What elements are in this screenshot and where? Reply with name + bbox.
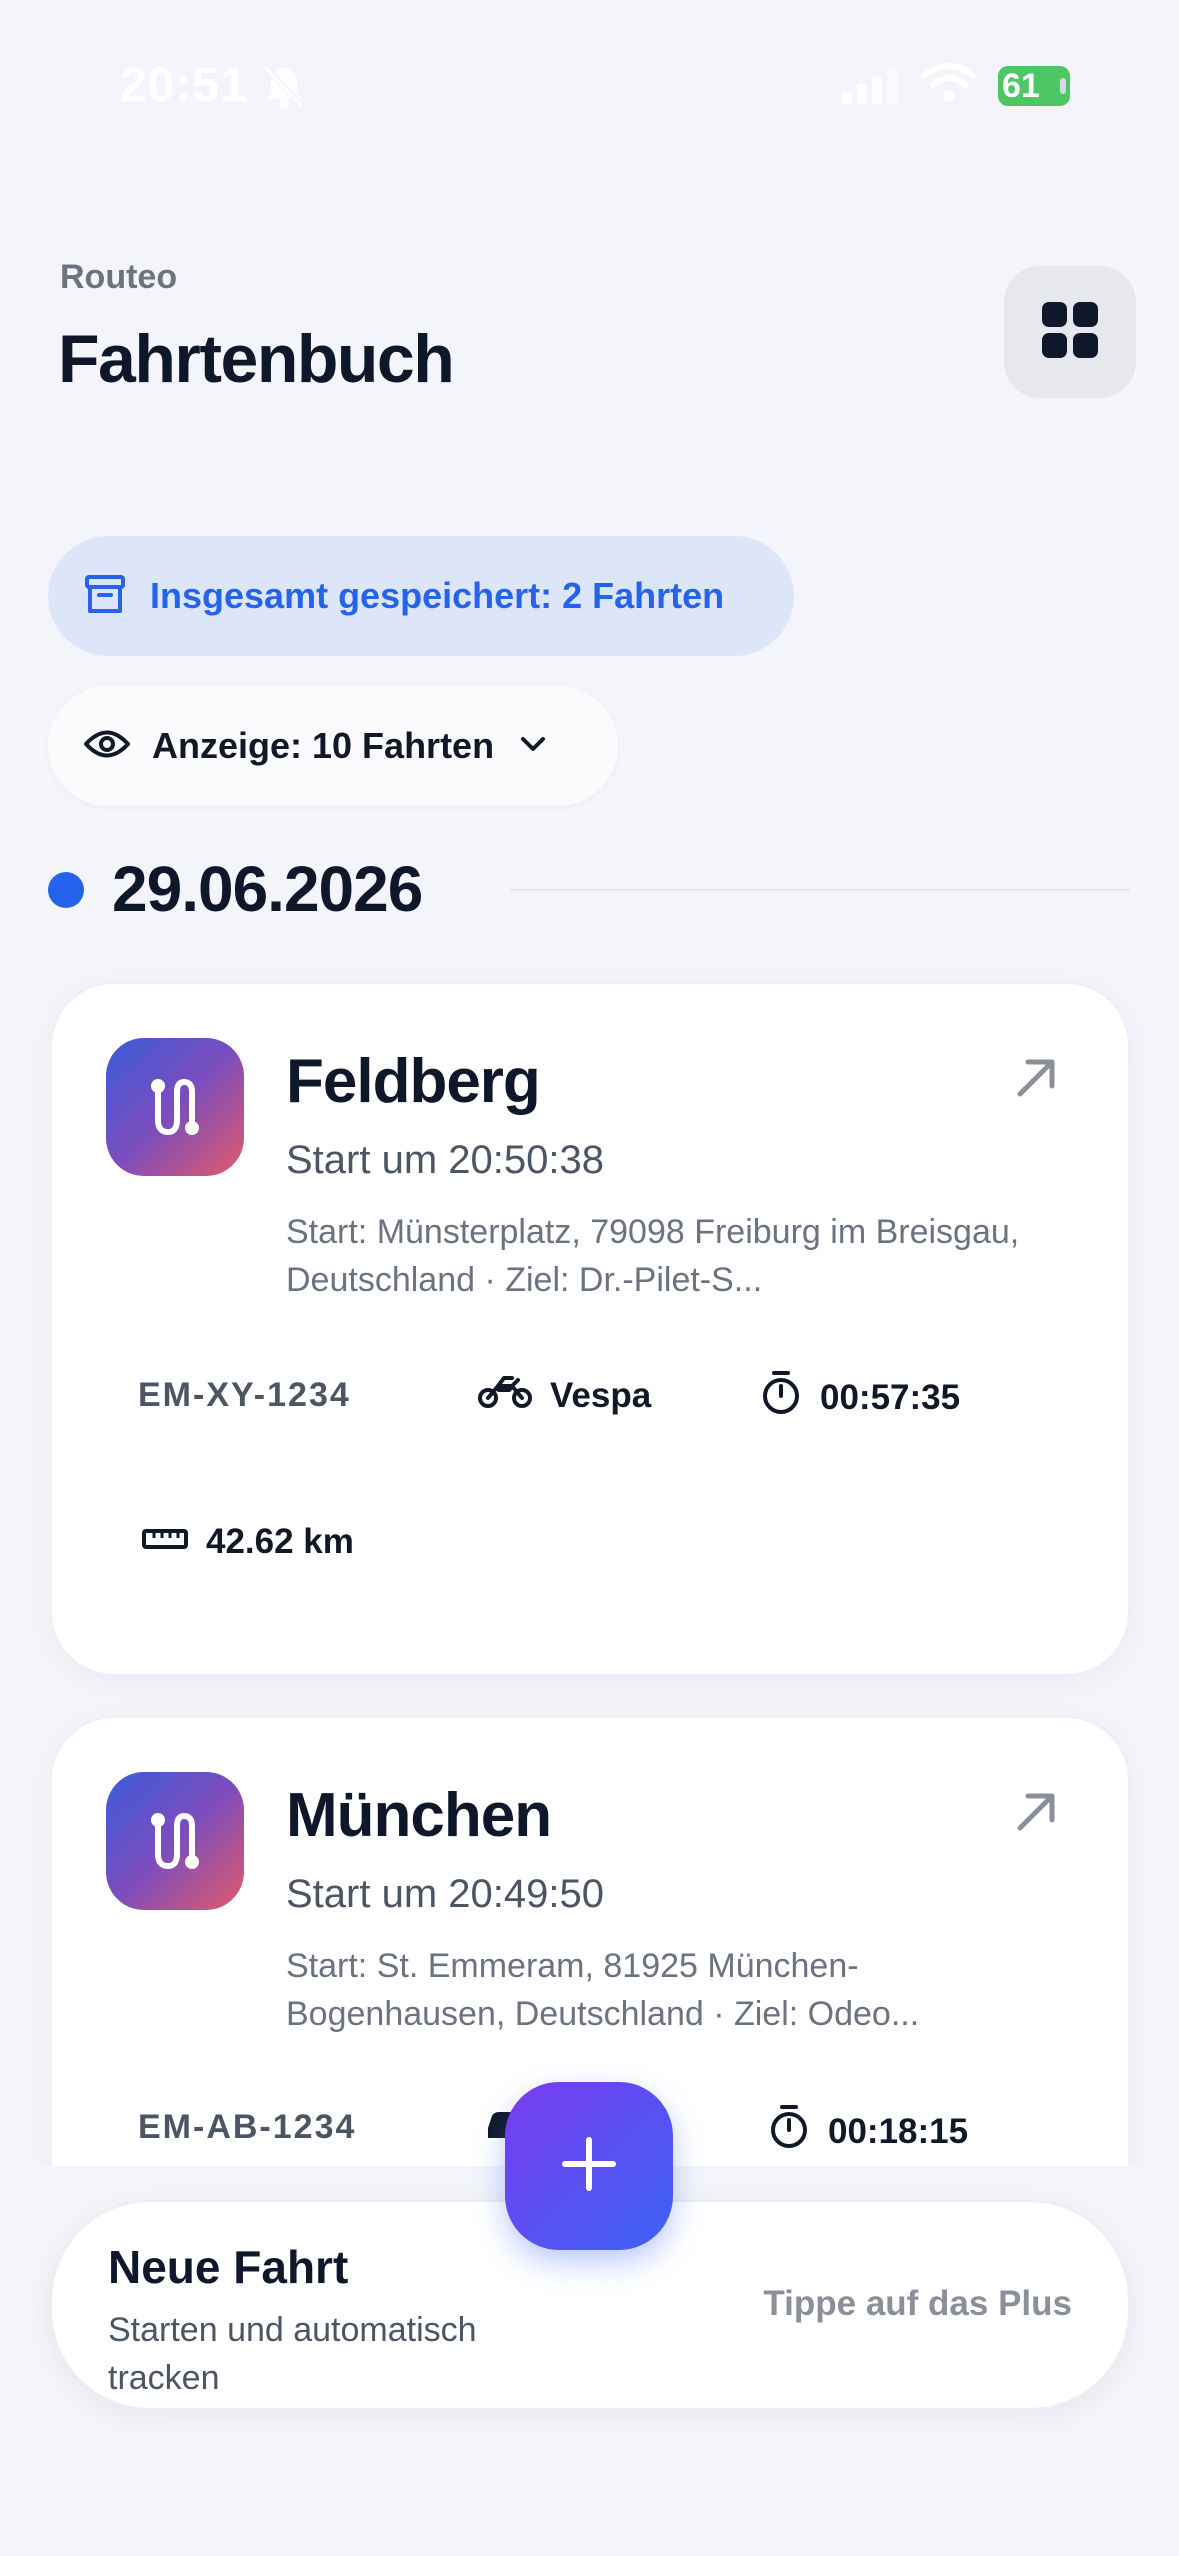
new-trip-subtitle: Starten und automatisch tracken	[108, 2311, 477, 2397]
vehicle-name: Vespa	[550, 1375, 652, 1415]
plus-icon	[561, 2136, 617, 2197]
wifi-icon	[921, 62, 977, 109]
stopwatch-icon	[760, 1370, 802, 1425]
stopwatch-icon	[768, 2104, 810, 2159]
trip-title: Feldberg	[286, 1047, 541, 1116]
route-icon	[106, 1772, 244, 1910]
trip-start-time: Start um 20:49:50	[286, 1872, 604, 1916]
chevron-down-icon	[520, 735, 546, 758]
trip-route: Start: Münsterplatz, 79098 Freiburg im B…	[286, 1213, 1020, 1299]
app-name: Routeo	[60, 258, 178, 296]
trip-title: München	[286, 1781, 552, 1850]
trip-vehicle: Vespa	[478, 1374, 651, 1417]
motorcycle-icon	[478, 1374, 532, 1417]
view-count-dropdown[interactable]: Anzeige: 10 Fahrten	[48, 686, 618, 806]
duration-value: 00:18:15	[828, 2111, 969, 2151]
view-count-label: Anzeige: 10 Fahrten	[152, 725, 495, 766]
bell-muted-icon	[262, 64, 306, 115]
distance-value: 42.62 km	[206, 1522, 354, 1561]
page-title: Fahrtenbuch	[58, 321, 455, 397]
trip-start-time: Start um 20:50:38	[286, 1138, 604, 1182]
license-plate: EM-XY-1234	[138, 1376, 351, 1414]
date-dot	[48, 872, 84, 908]
license-plate: EM-AB-1234	[138, 2108, 357, 2146]
trip-distance: 42.62 km	[142, 1522, 354, 1562]
date-heading: 29.06.2026	[112, 853, 423, 925]
total-saved-pill: Insgesamt gespeichert: 2 Fahrten	[48, 536, 794, 656]
grid-icon	[1042, 301, 1098, 363]
total-saved-label: Insgesamt gespeichert: 2 Fahrten	[150, 575, 725, 616]
signal-icon	[842, 68, 898, 109]
route-icon	[106, 1038, 244, 1176]
open-arrow-icon[interactable]	[1014, 1788, 1060, 1839]
add-trip-button[interactable]	[505, 2082, 673, 2250]
battery-tip	[1060, 78, 1066, 94]
trip-card[interactable]: Feldberg Start um 20:50:38 Start: Münste…	[50, 982, 1130, 1676]
status-bar: 20:51 61	[0, 0, 1179, 160]
battery-level: 61	[1002, 66, 1040, 105]
archive-icon	[84, 573, 126, 620]
open-arrow-icon[interactable]	[1014, 1054, 1060, 1105]
eye-icon	[84, 727, 130, 766]
duration-value: 00:57:35	[820, 1377, 961, 1417]
trip-duration: 00:18:15	[768, 2104, 968, 2159]
trip-duration: 00:57:35	[760, 1370, 960, 1425]
status-time: 20:51	[120, 59, 248, 112]
new-trip-title: Neue Fahrt	[108, 2241, 349, 2293]
date-divider	[510, 889, 1130, 891]
new-trip-hint: Tippe auf das Plus	[763, 2284, 1072, 2323]
trip-route: Start: St. Emmeram, 81925 München-Bogenh…	[286, 1947, 920, 2033]
grid-view-button[interactable]	[1004, 266, 1136, 398]
ruler-icon	[142, 1522, 188, 1562]
